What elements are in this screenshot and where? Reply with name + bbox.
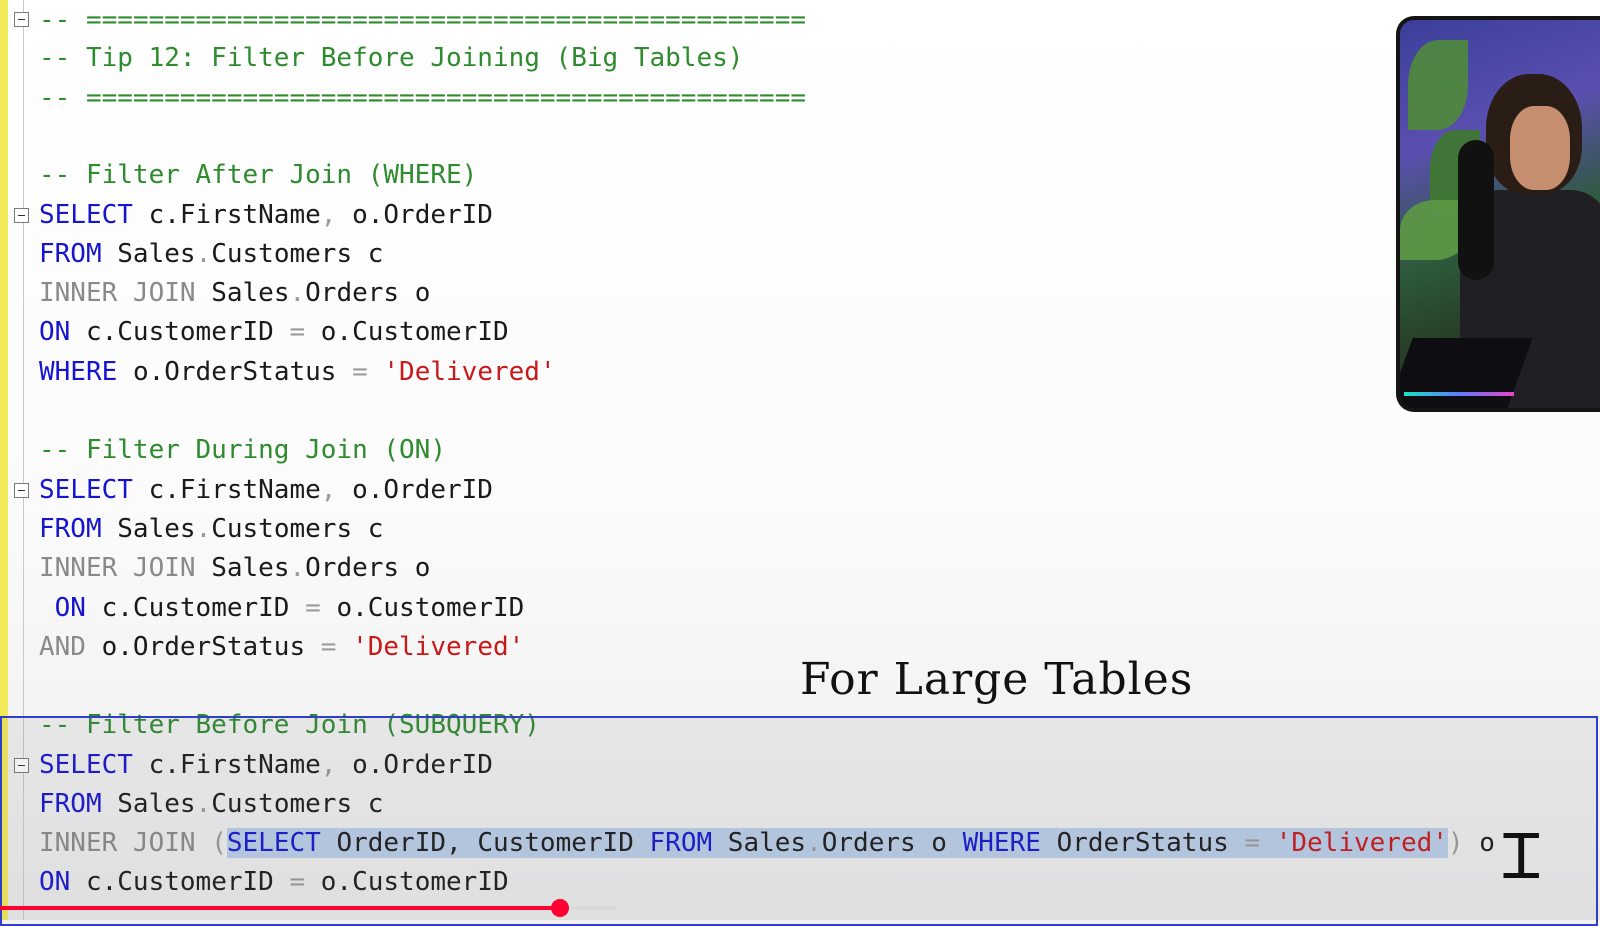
fold-toggle-icon[interactable] [14, 208, 29, 223]
text-cursor-icon: Ꮖ [1502, 820, 1543, 893]
code-line: -- Tip 12: Filter Before Joining (Big Ta… [39, 43, 744, 73]
code-line: ON c.CustomerID = o.CustomerID [39, 317, 509, 347]
microphone-icon [1458, 140, 1494, 280]
code-line: AND o.OrderStatus = 'Delivered' [39, 632, 525, 662]
code-line: -- Filter After Join (WHERE) [39, 160, 478, 190]
keyboard-glow [1404, 392, 1514, 396]
fold-toggle-icon[interactable] [14, 483, 29, 498]
video-progress-fill [0, 906, 560, 910]
code-line: -- =====================================… [39, 5, 807, 35]
code-line: ON c.CustomerID = o.CustomerID [54, 593, 525, 623]
code-line: FROM Sales.Customers c [39, 239, 384, 269]
code-line: -- Filter During Join (ON) [39, 435, 446, 465]
code-line: INNER JOIN Sales.Orders o [39, 278, 431, 308]
person-face [1510, 106, 1570, 190]
highlight-box [0, 716, 1598, 926]
video-progress-handle[interactable] [551, 899, 569, 917]
code-line: INNER JOIN Sales.Orders o [39, 553, 431, 583]
fold-toggle-icon[interactable] [14, 12, 29, 27]
code-line: SELECT c.FirstName, o.OrderID [39, 200, 493, 230]
code-line: SELECT c.FirstName, o.OrderID [39, 475, 493, 505]
webcam-overlay [1396, 16, 1600, 412]
plant-leaf-icon [1408, 40, 1468, 130]
code-line: FROM Sales.Customers c [39, 514, 384, 544]
code-line: WHERE o.OrderStatus = 'Delivered' [39, 357, 556, 387]
code-line: -- =====================================… [39, 83, 807, 113]
overlay-caption: For Large Tables [800, 654, 1194, 705]
